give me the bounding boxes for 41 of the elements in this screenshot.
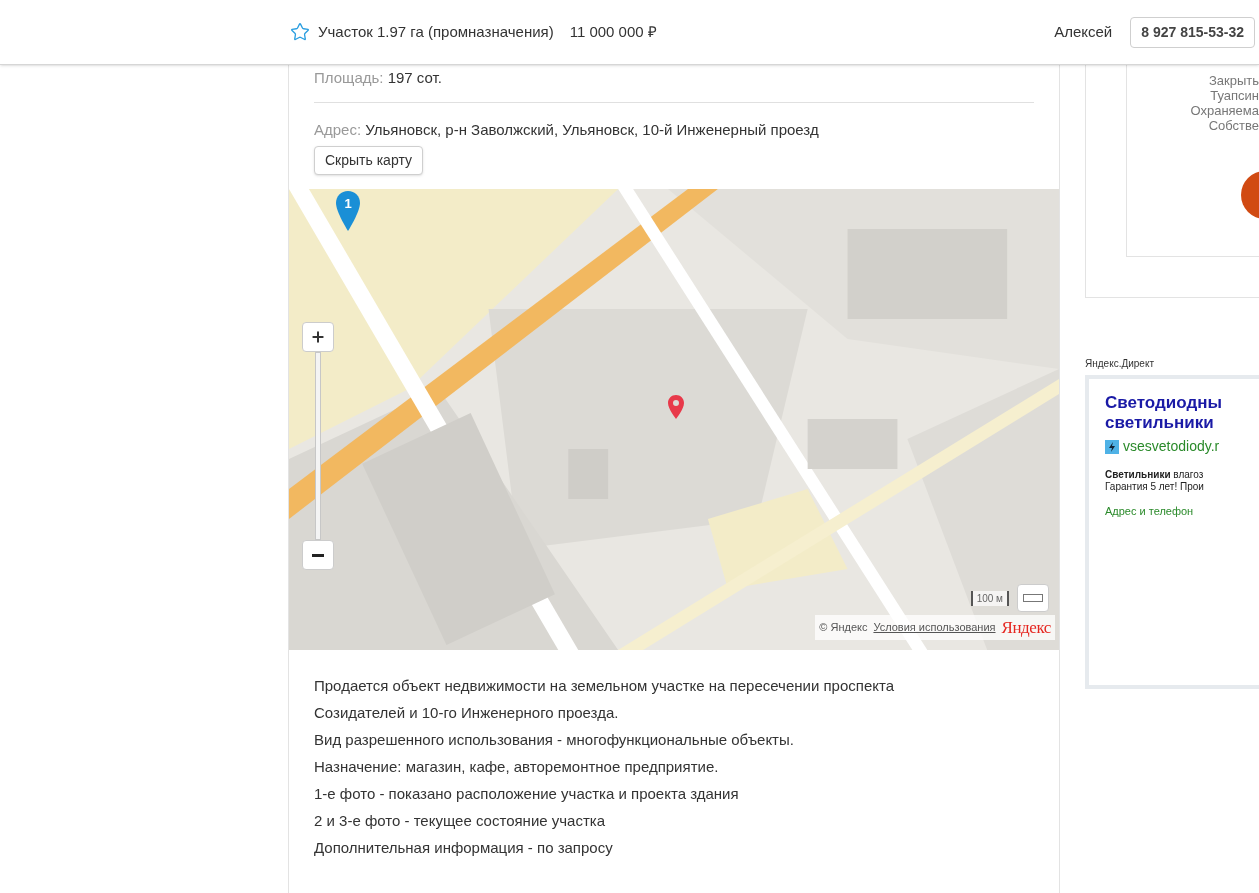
map-copyright: © Яндекс: [819, 620, 868, 635]
address-text: Адрес: Ульяновск, р-н Заволжский, Ульяновск, 10-й Инженерный проезд: [314, 119, 820, 140]
plus-icon: [310, 329, 326, 345]
ad-label: Яндекс.Директ: [1085, 357, 1155, 371]
zoom-out-button[interactable]: [302, 540, 334, 570]
ad-text: Гарантия 5 лет! Прои: [1105, 481, 1205, 493]
zoom-slider-track[interactable]: [315, 352, 321, 540]
bolt-icon: [1105, 439, 1119, 454]
description-text: 2 и 3-е фото - текущее состояние участка: [314, 811, 607, 831]
ad-title[interactable]: светильники: [1105, 413, 1259, 433]
marker-label: 1: [343, 195, 353, 213]
phone-button[interactable]: 8 927 815-53-32: [1130, 16, 1255, 48]
ad-title[interactable]: Светодиодны: [1105, 393, 1259, 413]
description-text: 1-е фото - показано расположение участка и проекта здания: [314, 784, 740, 804]
promo-text: Собстве: [1208, 118, 1259, 133]
description-text: Вид разрешенного использования - многофункциональные объекты.: [314, 730, 795, 750]
promo-text: Закрыть: [1208, 73, 1259, 88]
star-icon[interactable]: [290, 22, 310, 42]
ruler-icon: [1023, 594, 1043, 602]
hide-map-button[interactable]: Скрыть карту: [314, 146, 423, 175]
ruler-button[interactable]: [1017, 584, 1049, 612]
listing-price: 11 000 000 ₽: [569, 21, 657, 42]
map-pin-icon[interactable]: [336, 191, 360, 231]
map-scale: 100 м: [970, 590, 1009, 606]
listing-title: Участок 1.97 га (промназначения): [318, 21, 554, 42]
map[interactable]: 1 100 м © Яндекс Условия использования Яндекс: [289, 189, 1059, 650]
promo-text: Охраняема: [1190, 103, 1259, 118]
ad-text: Светильники влагоз: [1105, 469, 1205, 481]
minus-icon: [312, 553, 324, 557]
ad-contact-link[interactable]: Адрес и телефон: [1105, 503, 1259, 520]
description-text: Дополнительная информация - по запросу: [314, 838, 614, 858]
location-pin-icon[interactable]: [668, 395, 684, 419]
area-text: Площадь: 197 сот.: [314, 68, 443, 88]
promo-text: Туапсин: [1210, 88, 1259, 103]
zoom-in-button[interactable]: [302, 322, 334, 352]
map-logo: Яндекс: [1001, 616, 1051, 639]
seller-name: Алексей: [1054, 21, 1113, 42]
ad-domain[interactable]: vsesvetodiody.r: [1123, 436, 1220, 457]
description-text: Продается объект недвижимости на земельном участке на пересечении проспекта Созидателей и 10-го Инженерного проезда.: [314, 676, 895, 723]
terms-link[interactable]: Условия использования: [873, 619, 996, 636]
description-text: Назначение: магазин, кафе, авторемонтное предприятие.: [314, 757, 720, 777]
